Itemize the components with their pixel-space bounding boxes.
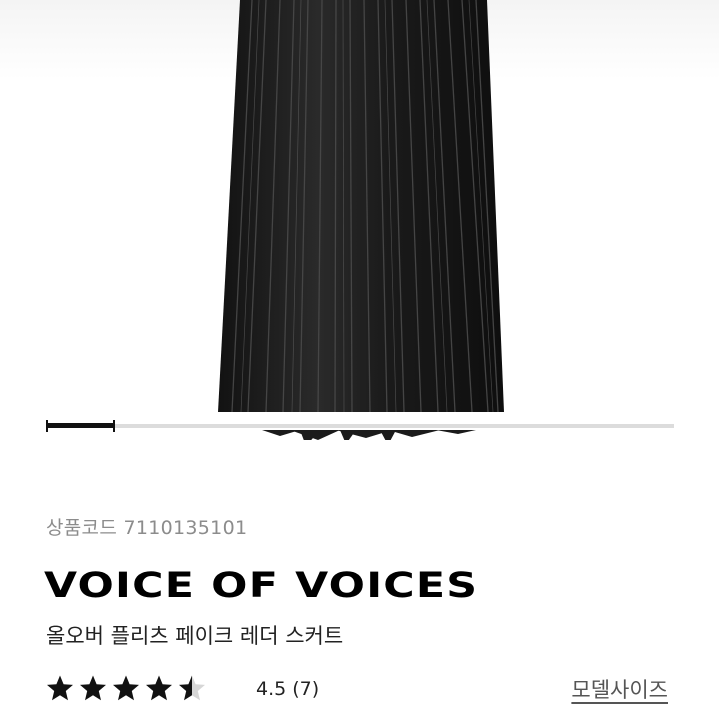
brand-name[interactable]: VOICE OF VOICES bbox=[44, 566, 478, 606]
star-icon bbox=[47, 675, 73, 701]
star-icon bbox=[179, 675, 205, 701]
product-code: 상품코드 7110135101 bbox=[46, 517, 248, 539]
product-title: 올오버 플리츠 페이크 레더 스커트 bbox=[46, 624, 344, 648]
pleated-skirt-image bbox=[218, 0, 504, 440]
scroll-thumb-tick bbox=[113, 420, 115, 432]
image-scroll-indicator[interactable] bbox=[46, 420, 674, 432]
rating-summary[interactable]: 4.5 (7) bbox=[256, 678, 319, 700]
star-rating[interactable] bbox=[46, 674, 206, 702]
model-size-link[interactable]: 모델사이즈 bbox=[571, 674, 668, 704]
rating-row: 4.5 (7) 모델사이즈 bbox=[46, 674, 676, 706]
star-icon bbox=[113, 675, 139, 701]
scroll-track bbox=[46, 424, 674, 428]
star-icon bbox=[146, 675, 172, 701]
scroll-thumb[interactable] bbox=[46, 423, 114, 428]
product-image-area[interactable] bbox=[0, 0, 719, 440]
star-icon bbox=[80, 675, 106, 701]
scroll-start-tick bbox=[46, 420, 48, 432]
